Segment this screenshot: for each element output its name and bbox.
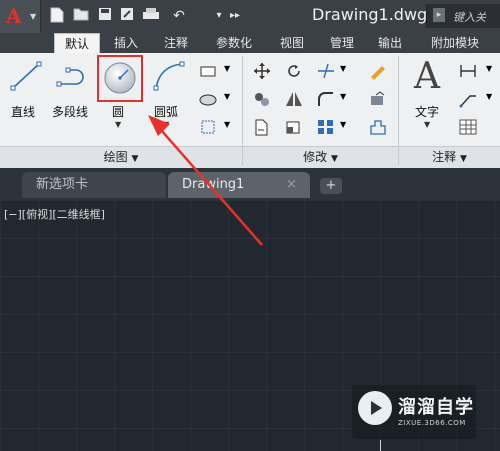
annotation-panel-title[interactable]: 注释 ▼ bbox=[399, 146, 500, 168]
print-icon[interactable] bbox=[142, 7, 160, 25]
offset-icon[interactable] bbox=[368, 118, 388, 136]
polyline-tool-label[interactable]: 多段线 bbox=[52, 103, 88, 120]
move-icon[interactable] bbox=[252, 62, 272, 80]
chevron-down-icon[interactable]: ▼ bbox=[340, 120, 346, 129]
more-icon[interactable]: ▸▸ bbox=[226, 7, 244, 25]
tab-output[interactable]: 输出 bbox=[370, 33, 410, 53]
viewport-controls-label[interactable]: [−][俯视][二维线框] bbox=[4, 206, 105, 222]
ucs-axis-line bbox=[380, 440, 381, 451]
chevron-down-icon[interactable]: ▼ bbox=[340, 92, 346, 101]
copy-icon[interactable] bbox=[252, 90, 272, 108]
circle-tool-label[interactable]: 圆 bbox=[112, 103, 124, 120]
chevron-down-icon: ▼ bbox=[330, 154, 338, 164]
rectangle-icon[interactable] bbox=[198, 62, 218, 80]
chevron-down-icon[interactable]: ▼ bbox=[486, 64, 492, 73]
tab-default[interactable]: 默认 bbox=[54, 33, 100, 54]
modify-panel-label: 修改 bbox=[303, 150, 328, 164]
explode-icon[interactable] bbox=[368, 90, 388, 108]
document-title: Drawing1.dwg bbox=[312, 5, 428, 24]
array-icon[interactable] bbox=[316, 118, 336, 136]
tab-annotate[interactable]: 注释 bbox=[156, 33, 196, 53]
add-tab-button[interactable]: + bbox=[320, 178, 342, 194]
annotation-arrow bbox=[148, 115, 263, 246]
rotate-icon[interactable] bbox=[284, 62, 304, 80]
text-tool-icon[interactable]: A bbox=[414, 56, 440, 97]
save-as-icon[interactable] bbox=[118, 7, 136, 25]
chevron-down-icon[interactable]: ▼ bbox=[340, 64, 346, 73]
fillet-icon[interactable] bbox=[316, 90, 336, 108]
annotation-panel-label: 注释 bbox=[432, 150, 457, 164]
scale-icon[interactable] bbox=[284, 118, 304, 136]
circle-tool-icon[interactable] bbox=[101, 59, 139, 97]
search-icon: ▸ bbox=[433, 8, 445, 22]
undo-icon[interactable]: ↶ bbox=[170, 7, 188, 25]
chevron-down-icon[interactable]: ▼ bbox=[224, 64, 230, 73]
watermark-title: 溜溜自学 bbox=[398, 397, 474, 418]
trim-icon[interactable] bbox=[316, 62, 336, 80]
app-logo: A bbox=[6, 4, 22, 28]
line-tool-label[interactable]: 直线 bbox=[11, 103, 35, 120]
table-icon[interactable] bbox=[458, 118, 478, 136]
hatch-icon[interactable] bbox=[198, 90, 218, 108]
play-logo-icon bbox=[358, 391, 392, 425]
chevron-down-icon: ▼ bbox=[131, 154, 139, 164]
tab-manage[interactable]: 管理 bbox=[322, 33, 362, 53]
draw-panel-label: 绘图 bbox=[103, 150, 128, 164]
leader-icon[interactable] bbox=[458, 90, 478, 108]
chevron-down-icon[interactable]: ▼ bbox=[424, 120, 430, 129]
chevron-down-icon[interactable]: ▼ bbox=[224, 92, 230, 101]
line-tool-icon[interactable] bbox=[8, 58, 44, 94]
arc-tool-icon[interactable] bbox=[150, 58, 186, 94]
search-input[interactable]: 键入关 bbox=[453, 9, 486, 25]
chevron-down-icon[interactable]: ▼ bbox=[486, 92, 492, 101]
polyline-tool-icon[interactable] bbox=[56, 58, 92, 94]
save-icon[interactable] bbox=[96, 7, 114, 25]
chevron-down-icon[interactable]: ▼ bbox=[115, 120, 121, 129]
tab-addins[interactable]: 附加模块 bbox=[420, 33, 490, 53]
tab-insert[interactable]: 插入 bbox=[106, 33, 146, 53]
dimension-icon[interactable] bbox=[458, 62, 478, 80]
tab-view[interactable]: 视图 bbox=[272, 33, 312, 53]
close-icon[interactable]: × bbox=[286, 177, 297, 192]
erase-icon[interactable] bbox=[368, 62, 388, 80]
application-menu-button[interactable]: A ▼ bbox=[0, 0, 41, 33]
mirror-icon[interactable] bbox=[284, 90, 304, 108]
open-folder-icon[interactable] bbox=[72, 7, 90, 25]
watermark: 溜溜自学 ZIXUE.3D66.COM bbox=[352, 385, 476, 439]
new-file-icon[interactable] bbox=[48, 7, 66, 25]
text-tool-label[interactable]: 文字 bbox=[415, 103, 439, 120]
tab-parametric[interactable]: 参数化 bbox=[206, 33, 262, 53]
watermark-subtitle: ZIXUE.3D66.COM bbox=[398, 419, 466, 427]
chevron-down-icon: ▼ bbox=[30, 12, 37, 21]
search-box[interactable]: ▸ 键入关 bbox=[426, 4, 500, 28]
chevron-down-icon: ▼ bbox=[459, 154, 467, 164]
